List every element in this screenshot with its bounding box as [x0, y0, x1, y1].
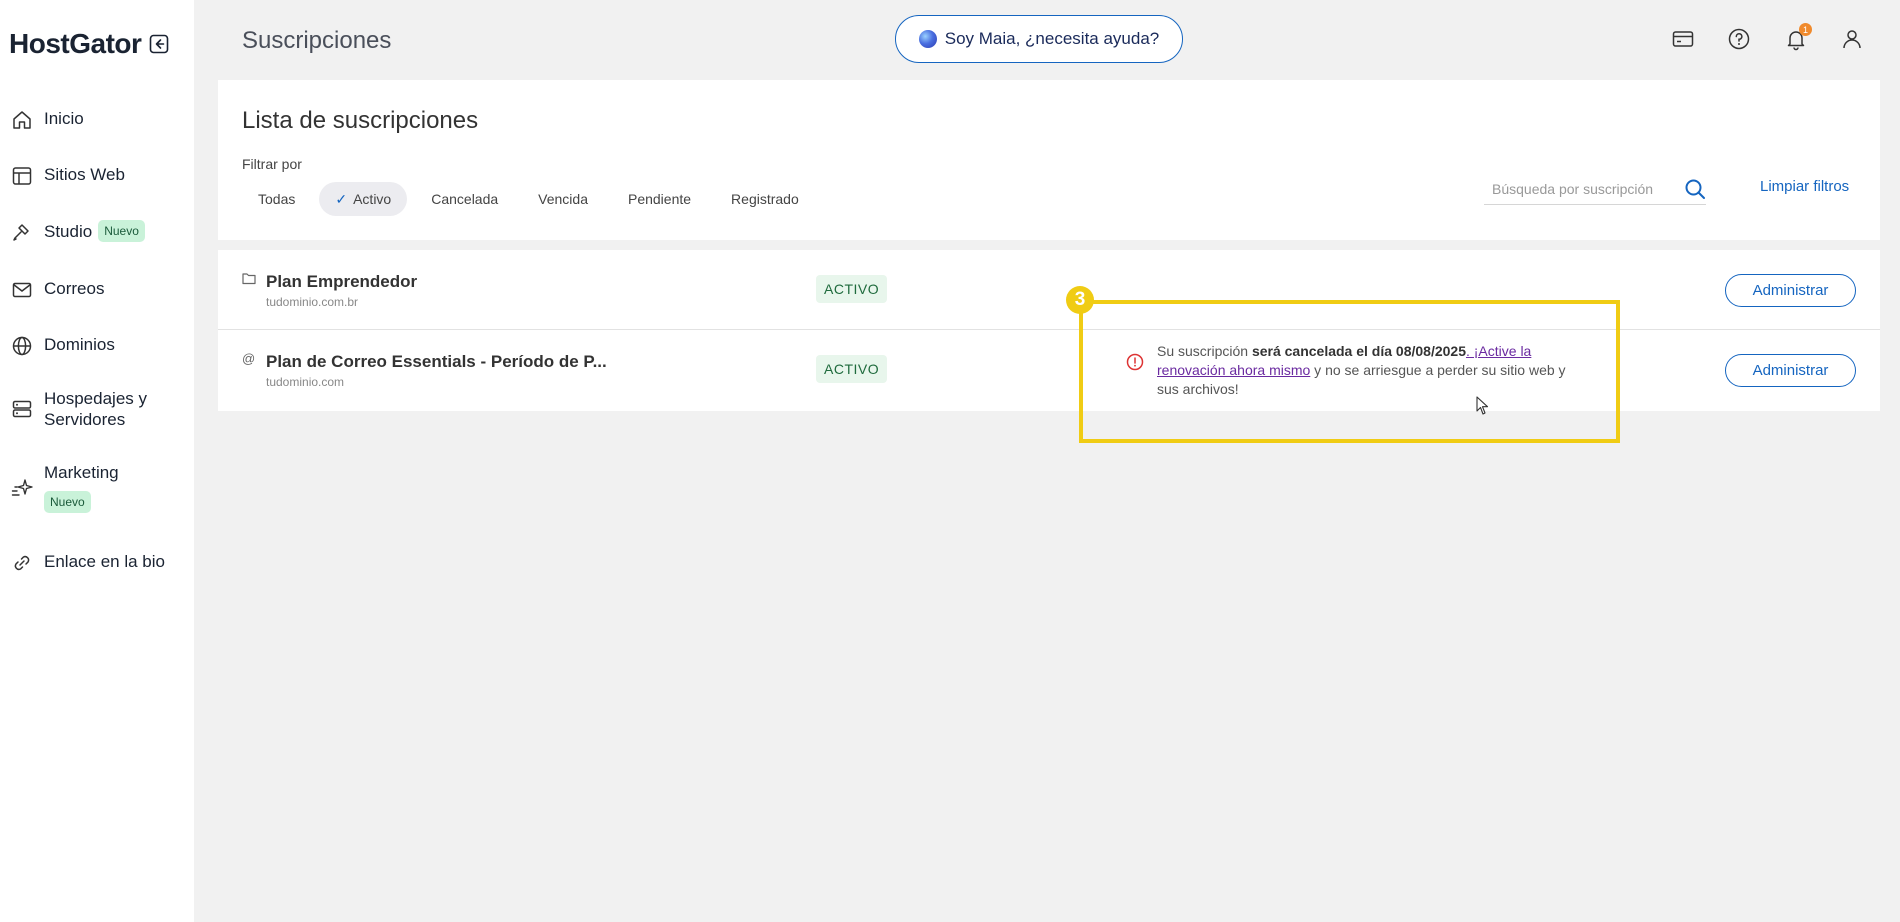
filter-chip-pendiente[interactable]: Pendiente: [612, 182, 707, 216]
sidebar-item-sitios-web[interactable]: Sitios Web: [0, 164, 135, 188]
manage-button[interactable]: Administrar: [1725, 274, 1856, 307]
sidebar-item-label: Inicio: [44, 109, 84, 128]
sparkle-icon: [10, 476, 34, 500]
mouse-cursor-icon: [1476, 396, 1490, 421]
sidebar-item-label: Enlace en la bio: [44, 552, 165, 571]
sidebar-item-correos[interactable]: Correos: [0, 278, 114, 302]
maia-orb-icon: [918, 30, 937, 48]
filter-chip-todas[interactable]: Todas: [242, 182, 311, 216]
collapse-sidebar-icon[interactable]: [149, 34, 169, 54]
mail-icon: [10, 278, 34, 302]
subscription-name: Plan Emprendedor: [266, 272, 418, 291]
assistant-button[interactable]: Soy Maia, ¿necesita ayuda?: [895, 15, 1183, 63]
clear-filters-link[interactable]: Limpiar filtros: [1760, 178, 1849, 195]
subscription-filter-card: Lista de suscripciones Filtrar por Todas…: [218, 80, 1880, 240]
new-badge: Nuevo: [98, 220, 145, 242]
filter-chip-activo[interactable]: ✓ Activo: [319, 182, 408, 216]
table-row: Plan Emprendedor tudominio.com.br ACTIVO…: [218, 250, 1880, 330]
marketing-label-group: Marketing Nuevo: [44, 462, 119, 513]
layout-icon: [10, 164, 34, 188]
sidebar-item-inicio[interactable]: Inicio: [0, 108, 94, 132]
search-input[interactable]: [1484, 180, 1684, 198]
help-icon[interactable]: [1726, 26, 1752, 52]
notification-bell-icon[interactable]: 1: [1783, 23, 1812, 52]
sidebar-item-label: Sitios Web: [44, 165, 125, 184]
sidebar-item-label: Correos: [44, 279, 105, 298]
sidebar-item-label: Dominios: [44, 335, 115, 354]
card-title: Lista de suscripciones: [242, 107, 479, 134]
search-icon[interactable]: [1684, 178, 1706, 200]
sidebar-item-marketing[interactable]: Marketing Nuevo: [0, 462, 129, 513]
subscription-domain: tudominio.com: [266, 375, 345, 389]
table-row: @ Plan de Correo Essentials - Período de…: [218, 330, 1880, 411]
sidebar-item-label: Hospedajes y Servidores: [44, 389, 148, 429]
annotation-highlight-box: [1079, 300, 1620, 443]
user-account-icon[interactable]: [1839, 26, 1865, 52]
status-badge: ACTIVO: [816, 275, 888, 303]
filter-chip-label: Activo: [353, 191, 392, 207]
sidebar-item-hospedajes[interactable]: Hospedajes y Servidores: [0, 388, 174, 430]
filter-label: Filtrar por: [242, 156, 302, 172]
manage-button[interactable]: Administrar: [1725, 354, 1856, 387]
status-badge: ACTIVO: [816, 355, 888, 383]
filter-chip-vencida[interactable]: Vencida: [522, 182, 604, 216]
server-icon: [10, 397, 34, 421]
sidebar-item-dominios[interactable]: Dominios: [0, 334, 125, 358]
filter-chips: Todas ✓ Activo Cancelada Vencida Pendient…: [242, 182, 823, 216]
filter-chip-registrado[interactable]: Registrado: [715, 182, 815, 216]
credit-card-icon[interactable]: [1670, 26, 1696, 52]
globe-icon: [10, 334, 34, 358]
notification-count-badge: 1: [1799, 23, 1812, 36]
logo-row: HostGator: [9, 28, 169, 60]
search-box: [1484, 174, 1706, 205]
page-title: Suscripciones: [242, 27, 392, 54]
subscription-list: Plan Emprendedor tudominio.com.br ACTIVO…: [218, 250, 1880, 411]
filter-chip-cancelada[interactable]: Cancelada: [415, 182, 514, 216]
sidebar-item-enlace-bio[interactable]: Enlace en la bio: [0, 551, 175, 575]
at-icon: @: [242, 351, 256, 366]
annotation-number: 3: [1066, 286, 1094, 314]
new-badge: Nuevo: [44, 491, 91, 513]
home-icon: [10, 108, 34, 132]
subscription-name: Plan de Correo Essentials - Período de P…: [266, 352, 607, 371]
sidebar-item-label: Marketing: [44, 463, 119, 482]
folder-icon: [242, 272, 256, 286]
link-icon: [10, 551, 34, 575]
assistant-button-label: Soy Maia, ¿necesita ayuda?: [944, 29, 1160, 48]
hostgator-logo[interactable]: HostGator: [9, 28, 142, 60]
sidebar-item-studio[interactable]: Studio Nuevo: [0, 219, 155, 243]
sidebar-item-label: Studio: [44, 221, 93, 241]
subscription-domain: tudominio.com.br: [266, 295, 359, 309]
brush-icon: [10, 219, 34, 243]
check-icon: ✓: [335, 191, 348, 207]
sidebar: HostGator Inicio Sitios Web Studio Nuevo: [0, 0, 194, 922]
